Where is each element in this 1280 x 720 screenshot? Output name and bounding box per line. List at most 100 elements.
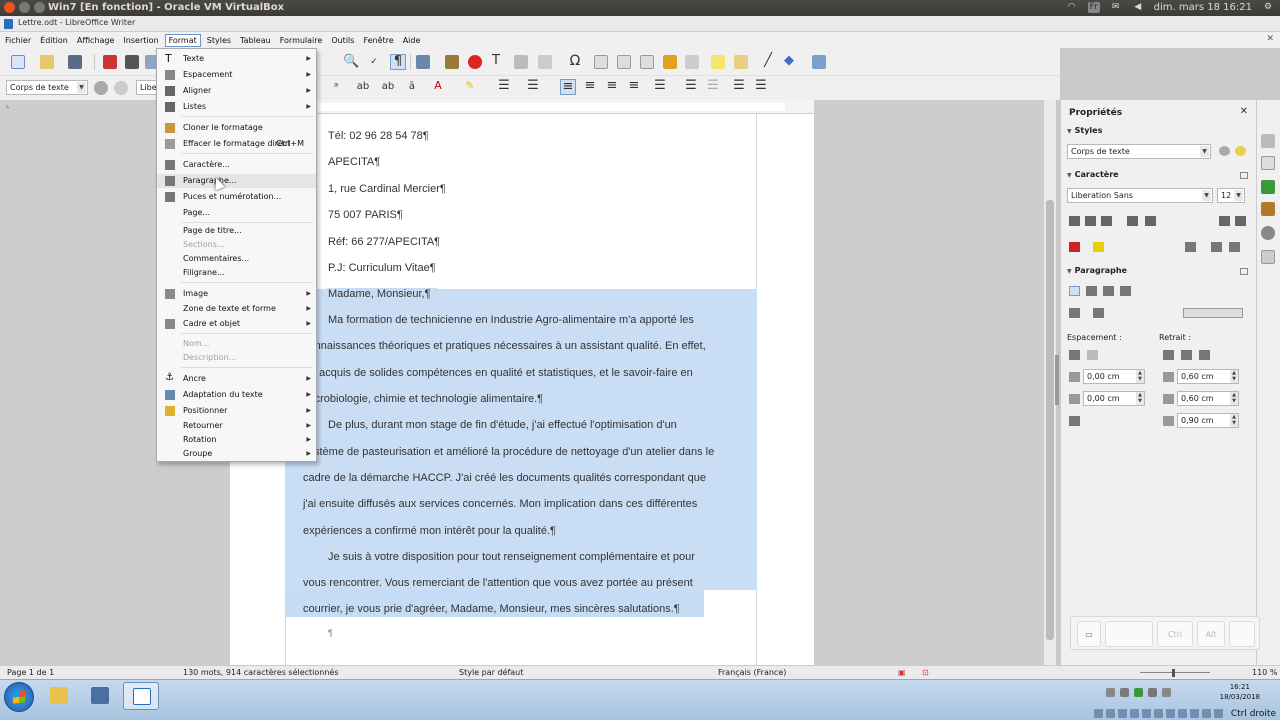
menu-edition[interactable]: Édition	[37, 35, 71, 46]
vbox-usb-icon[interactable]	[1142, 709, 1151, 718]
text-line[interactable]: Ma formation de technicienne en Industri…	[328, 314, 694, 326]
scrollbar-thumb[interactable]	[1046, 200, 1054, 640]
menu-formulaire[interactable]: Formulaire	[277, 35, 326, 46]
menu-tableau[interactable]: Tableau	[237, 35, 274, 46]
vbox-audio-icon[interactable]	[1118, 709, 1127, 718]
decrease-spacing-icon[interactable]	[1087, 350, 1098, 360]
properties-deck-icon[interactable]	[1261, 134, 1275, 148]
zoom-slider-handle[interactable]	[1172, 669, 1175, 677]
insert-field-icon[interactable]	[538, 55, 552, 69]
insert-textbox-icon[interactable]: T	[488, 54, 504, 68]
spacing-above-field[interactable]: 0,00 cm ▲ ▼	[1083, 369, 1145, 384]
menu-aide[interactable]: Aide	[400, 35, 424, 46]
text-line[interactable]: Je suis à votre disposition pour tout re…	[328, 551, 695, 563]
chevron-down-icon[interactable]: ▼	[1200, 146, 1209, 157]
increase-spacing-icon[interactable]	[1069, 350, 1080, 360]
align-left-icon[interactable]	[1069, 286, 1080, 296]
menu-item-image[interactable]: Image ▶	[157, 287, 316, 301]
menu-item-puces-numerotation[interactable]: Puces et numérotation...	[157, 190, 316, 204]
sidebar-font-combo[interactable]: Liberation Sans ▼	[1067, 188, 1213, 203]
sidebar-font-size-combo[interactable]: 12 ▼	[1217, 188, 1245, 203]
export-pdf-icon[interactable]	[103, 55, 117, 69]
formatting-marks-icon[interactable]: ¶	[390, 54, 406, 70]
clear-format-icon[interactable]: ā	[404, 80, 420, 94]
section-caractere[interactable]: ▼ Caractère	[1067, 170, 1119, 179]
vbox-keyboard-icon[interactable]	[1214, 709, 1223, 718]
spelling-icon[interactable]: ✓	[366, 55, 382, 69]
taskbar-network[interactable]	[82, 682, 118, 710]
text-line[interactable]: j'ai ensuite diffusés aux services conce…	[303, 498, 697, 510]
font-name-combo[interactable]: Libe	[136, 80, 158, 95]
insert-image-icon[interactable]	[445, 55, 459, 69]
menu-item-page-de-titre[interactable]: Page de titre...	[157, 224, 316, 238]
menu-insertion[interactable]: Insertion	[120, 35, 161, 46]
more-options-icon[interactable]	[1240, 172, 1248, 179]
text-line[interactable]: microbiologie, chimie et technologie ali…	[303, 393, 543, 405]
text-line[interactable]: Madame, Monsieur,¶	[328, 288, 431, 300]
insert-page-break-icon[interactable]	[514, 55, 528, 69]
menu-item-espacement[interactable]: Espacement ▶	[157, 68, 316, 82]
menu-item-ancre[interactable]: ⚓ Ancre ▶	[157, 372, 316, 386]
line-spacing-icon[interactable]: ☰	[652, 79, 668, 93]
update-style-icon[interactable]	[94, 81, 108, 95]
mouse-key[interactable]: ▭	[1077, 621, 1101, 647]
page-deck-icon[interactable]	[1261, 156, 1275, 170]
shrink-font-icon[interactable]	[1235, 216, 1246, 226]
taskbar-clock[interactable]: 16:21 18/03/2018	[1220, 682, 1260, 702]
close-document-icon[interactable]: ✕	[1266, 34, 1274, 44]
zoom-slider[interactable]	[1140, 672, 1210, 673]
italic-icon[interactable]	[1085, 216, 1096, 226]
empty-paragraph-mark[interactable]: ¶	[328, 628, 333, 638]
language[interactable]: Français (France)	[718, 668, 786, 677]
paragraph-style-combo[interactable]: Corps de texte ▼	[6, 80, 88, 95]
align-left-icon[interactable]: ≡	[560, 79, 576, 95]
line-spacing-icon[interactable]	[1069, 416, 1080, 426]
indent-after-field[interactable]: 0,60 cm ▲ ▼	[1177, 391, 1239, 406]
action-center-icon[interactable]	[1120, 688, 1129, 697]
text-line[interactable]: système de pasteurisation et amélioré la…	[303, 446, 714, 458]
spacing-below-field[interactable]: 0,00 cm ▲ ▼	[1083, 391, 1145, 406]
menu-fenetre[interactable]: Fenêtre	[360, 35, 396, 46]
menu-affichage[interactable]: Affichage	[74, 35, 118, 46]
volume-icon[interactable]: ◀	[1132, 2, 1144, 13]
hanging-indent-icon[interactable]	[1199, 350, 1210, 360]
insert-chart-icon[interactable]	[468, 55, 482, 69]
wifi-icon[interactable]: ◠	[1066, 2, 1078, 13]
vbox-cpu-icon[interactable]	[1190, 709, 1199, 718]
paragraph-background-color[interactable]	[1183, 308, 1243, 318]
gallery-deck-icon[interactable]	[1261, 202, 1275, 216]
vbox-mouse-icon[interactable]	[1202, 709, 1211, 718]
show-draw-functions-icon[interactable]	[812, 55, 826, 69]
text-line[interactable]: connaissances théoriques et pratiques né…	[303, 340, 706, 352]
print-icon[interactable]	[125, 55, 139, 69]
save-icon[interactable]	[68, 55, 82, 69]
tray-arrow-icon[interactable]	[1106, 688, 1115, 697]
shadow-icon[interactable]	[1145, 216, 1156, 226]
text-line[interactable]: Tél: 02 96 28 54 78¶	[328, 130, 429, 142]
indent-before-field[interactable]: 0,60 cm ▲ ▼	[1177, 369, 1239, 384]
underline-icon[interactable]	[1101, 216, 1112, 226]
insert-comment-icon[interactable]	[711, 55, 725, 69]
chevron-down-icon[interactable]: ▼	[77, 82, 86, 93]
track-changes-icon[interactable]	[734, 55, 748, 69]
align-center-icon[interactable]: ≡	[582, 79, 598, 93]
key-ctrl[interactable]: Ctrl	[1157, 621, 1193, 647]
menu-item-page[interactable]: Page...	[157, 206, 316, 220]
menu-item-groupe[interactable]: Groupe ▶	[157, 447, 316, 461]
menu-item-retourner[interactable]: Retourner ▶	[157, 419, 316, 433]
vbox-disk-icon[interactable]	[1094, 709, 1103, 718]
justify-icon[interactable]: ≡	[626, 79, 642, 93]
find-replace-icon[interactable]: 🔍	[343, 55, 359, 69]
menu-item-listes[interactable]: Listes ▶	[157, 100, 316, 114]
insert-line-icon[interactable]: ╱	[760, 54, 776, 68]
close-icon[interactable]: ✕	[1240, 106, 1248, 117]
menu-item-positionner[interactable]: Positionner ▶	[157, 404, 316, 418]
align-center-icon[interactable]	[1086, 286, 1097, 296]
vbox-network-icon[interactable]	[1130, 709, 1139, 718]
menu-item-aligner[interactable]: Aligner ▶	[157, 84, 316, 98]
shadow-icon[interactable]: ab	[355, 80, 371, 94]
page-count[interactable]: Page 1 de 1	[7, 668, 54, 677]
menu-item-paragraphe[interactable]: Paragraphe...	[157, 174, 316, 188]
navigator-deck-icon[interactable]	[1261, 226, 1275, 240]
manage-changes-deck-icon[interactable]	[1261, 250, 1275, 264]
